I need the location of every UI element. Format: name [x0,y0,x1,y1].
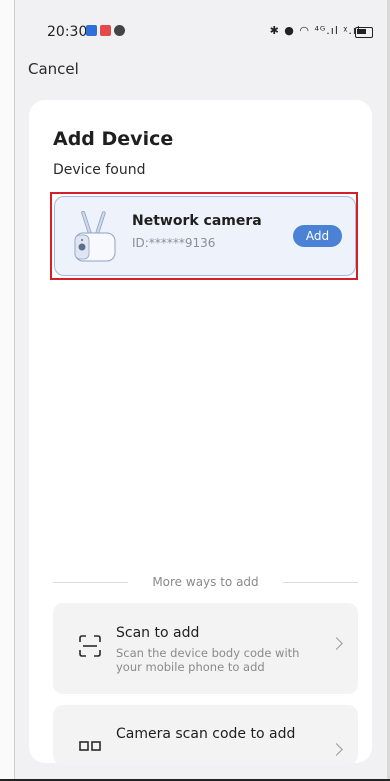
selection-highlight [50,192,358,280]
app-notification-icon [86,25,97,36]
battery-icon [355,27,373,38]
chevron-right-icon [330,637,343,650]
cancel-button[interactable]: Cancel [28,60,79,78]
option-description: Scan the device body code with your mobi… [116,646,300,674]
wifi-icon: ◠ [299,24,310,37]
divider-line-right [283,582,358,583]
add-device-sheet: Add Device Device found Network camera I… [29,100,372,765]
qr-code-icon [79,741,101,751]
camera-scan-option[interactable]: Camera scan code to add [53,705,358,765]
status-bar: 20:30 ✱ ● ◠ ⁴ᴳ.ıl ᵡ.ıl [14,18,387,44]
page-title: Add Device [53,128,174,150]
notification-icons [86,25,125,36]
location-icon: ● [284,24,295,37]
option-title: Scan to add [116,625,200,641]
scan-to-add-option[interactable]: Scan to add Scan the device body code wi… [53,603,358,694]
scan-icon [79,635,101,657]
status-time: 20:30 [47,24,88,40]
chevron-right-icon [330,743,343,756]
option-title: Camera scan code to add [116,726,296,742]
message-notification-icon [114,25,125,36]
left-frame [0,0,15,781]
bluetooth-icon: ✱ [269,24,280,37]
calendar-notification-icon [100,25,111,36]
signal-icons: ✱ ● ◠ ⁴ᴳ.ıl ᵡ.ıl [270,24,361,37]
more-ways-divider: More ways to add [53,575,358,591]
device-found-label: Device found [53,162,146,178]
